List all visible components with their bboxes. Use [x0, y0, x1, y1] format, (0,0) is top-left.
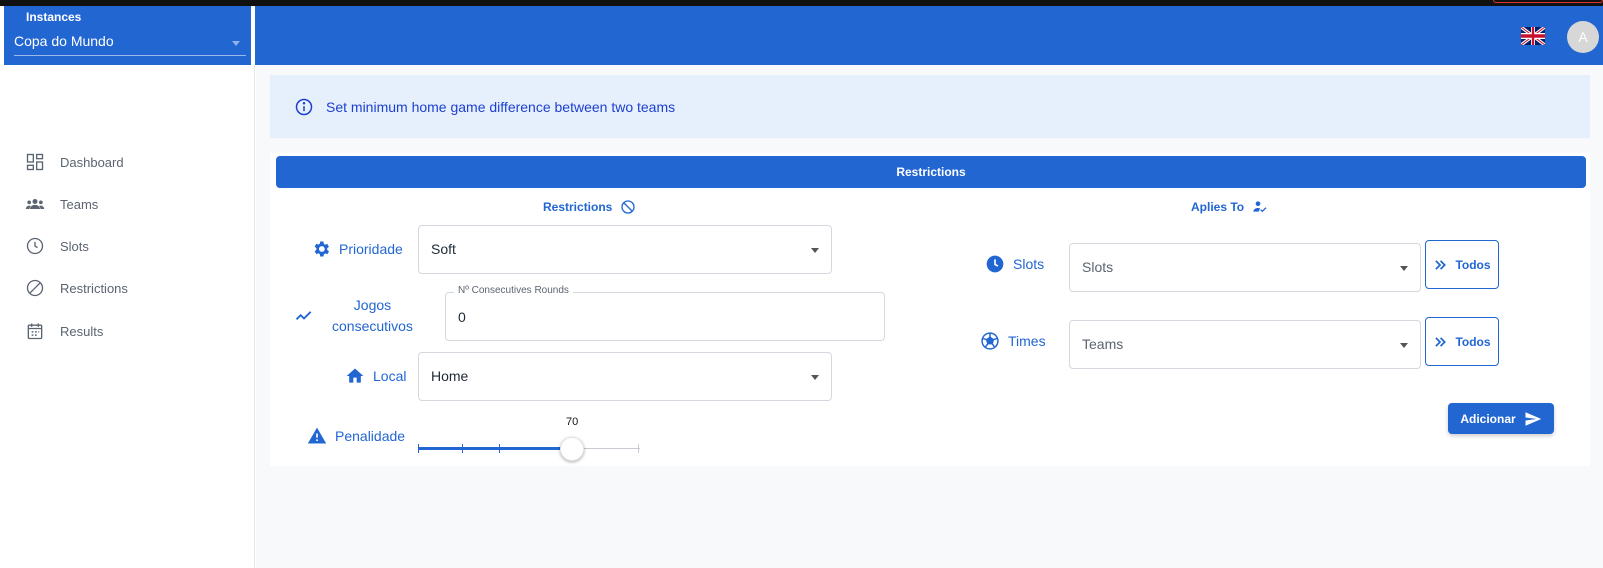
chevron-down-icon: [232, 41, 240, 46]
avatar[interactable]: A: [1567, 21, 1599, 53]
prioridade-label: Prioridade: [311, 239, 403, 259]
local-select[interactable]: Home: [418, 352, 832, 401]
info-icon: [295, 98, 313, 115]
local-label: Local: [345, 366, 406, 386]
double-chevron-right-icon: [1435, 259, 1447, 270]
home-icon: [346, 368, 364, 383]
jogos-label-line2: consecutivos: [332, 318, 413, 334]
sidebar-item-label: Results: [60, 323, 104, 339]
instances-select[interactable]: Copa do Mundo: [14, 32, 246, 56]
chevron-down-icon: [811, 248, 819, 253]
sidebar-item-label: Dashboard: [60, 154, 124, 170]
instances-label: Instances: [26, 10, 82, 24]
trending-up-icon: [295, 311, 312, 320]
gear-icon: [314, 241, 329, 257]
teams-placeholder: Teams: [1082, 336, 1124, 352]
slider-tick: [462, 444, 463, 453]
add-button-label: Adicionar: [1460, 411, 1516, 426]
sidebar-item-teams[interactable]: Teams: [25, 193, 98, 215]
prioridade-value: Soft: [431, 241, 456, 257]
local-value: Home: [431, 368, 469, 384]
sidebar-item-label: Restrictions: [60, 280, 128, 296]
dashboard-icon: [26, 153, 44, 171]
send-icon: [1525, 411, 1541, 426]
instances-value: Copa do Mundo: [14, 33, 114, 49]
teams-todos-label: Todos: [1455, 334, 1491, 349]
penalidade-value-label: 70: [566, 416, 579, 428]
instances-selector[interactable]: Instances Copa do Mundo: [4, 6, 251, 65]
penalidade-label: Penalidade: [307, 426, 405, 446]
teams-select[interactable]: Teams: [1069, 320, 1421, 369]
chevron-down-icon: [811, 375, 819, 380]
chevron-down-icon: [1400, 343, 1408, 348]
calendar-icon: [27, 323, 43, 340]
slots-todos-label: Todos: [1455, 257, 1491, 272]
slider-tick: [499, 444, 500, 453]
jogos-label-line1: Jogos: [353, 297, 392, 313]
restrictions-card: Restrictions Restrictions Prioridade Sof…: [270, 153, 1590, 466]
prioridade-select[interactable]: Soft: [418, 225, 832, 274]
sidebar-item-label: Teams: [60, 196, 99, 212]
times-label: Times: [980, 331, 1046, 351]
consecutive-rounds-field[interactable]: Nº Consecutives Rounds 0: [445, 285, 885, 341]
person-check-icon: [1253, 201, 1267, 213]
sidebar-item-label: Slots: [60, 238, 89, 254]
slots-label: Slots: [985, 254, 1044, 274]
top-app-bar: A: [255, 6, 1603, 65]
sidebar-item-dashboard[interactable]: Dashboard: [25, 151, 124, 173]
local-label-text: Local: [373, 368, 407, 384]
jogos-consecutivos-label: Jogos consecutivos: [294, 295, 413, 337]
card-header: Restrictions: [276, 156, 1586, 188]
applies-to-section-title: Aplies To: [1191, 199, 1268, 215]
block-icon: [621, 200, 636, 214]
jogos-consecutivos-text: Jogos consecutivos: [332, 295, 413, 337]
clock-icon: [26, 237, 44, 255]
block-icon: [26, 279, 44, 297]
info-banner: Set minimum home game difference between…: [270, 75, 1590, 138]
double-chevron-right-icon: [1435, 336, 1447, 347]
penalidade-slider[interactable]: [418, 437, 640, 461]
teams-todos-button[interactable]: Todos: [1425, 317, 1499, 366]
clock-icon: [986, 255, 1004, 273]
main-content: Set minimum home game difference between…: [256, 65, 1603, 568]
sidebar-item-results[interactable]: Results: [25, 320, 103, 342]
slots-placeholder: Slots: [1082, 259, 1114, 275]
consecutive-rounds-value: 0: [458, 309, 466, 325]
slots-todos-button[interactable]: Todos: [1425, 240, 1499, 289]
chevron-down-icon: [1400, 266, 1408, 271]
slider-track: [418, 447, 572, 450]
add-button[interactable]: Adicionar: [1448, 403, 1554, 434]
prioridade-label-text: Prioridade: [339, 241, 403, 257]
slots-label-text: Slots: [1013, 256, 1045, 272]
groups-icon: [25, 199, 45, 209]
sidebar-item-restrictions[interactable]: Restrictions: [25, 277, 128, 299]
times-label-text: Times: [1008, 333, 1046, 349]
restrictions-section-title-text: Restrictions: [543, 200, 613, 214]
slider-tick: [638, 444, 639, 453]
uk-flag-icon[interactable]: [1521, 27, 1545, 45]
sidebar: Dashboard Teams Slots Restrictions Resul…: [0, 65, 255, 568]
slider-tick: [418, 444, 419, 453]
warning-icon: [307, 427, 327, 444]
consecutive-rounds-legend: Nº Consecutives Rounds: [454, 285, 573, 296]
soccer-ball-icon: [981, 332, 999, 350]
info-banner-text: Set minimum home game difference between…: [326, 98, 676, 115]
sidebar-item-slots[interactable]: Slots: [25, 235, 89, 257]
restrictions-section-title: Restrictions: [543, 199, 636, 215]
slots-select[interactable]: Slots: [1069, 243, 1421, 292]
penalidade-label-text: Penalidade: [335, 428, 406, 444]
applies-to-section-title-text: Aplies To: [1191, 200, 1245, 214]
slider-thumb[interactable]: [560, 437, 584, 461]
